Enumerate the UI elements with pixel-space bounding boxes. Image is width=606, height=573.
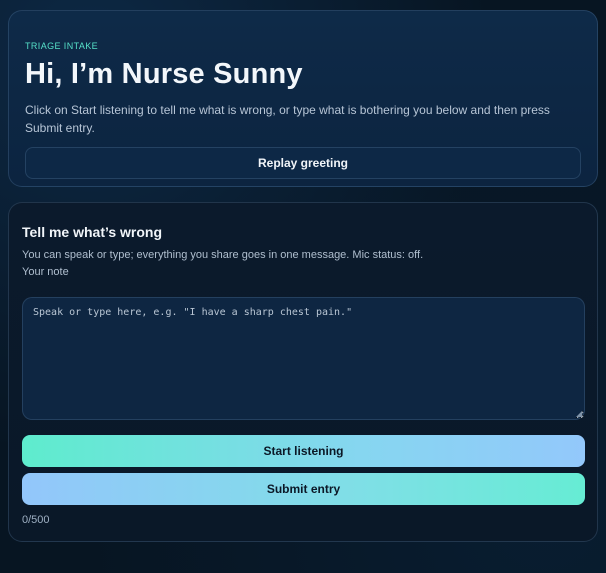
replay-greeting-button[interactable]: Replay greeting — [25, 147, 581, 179]
start-listening-button[interactable]: Start listening — [22, 435, 585, 467]
section-title: Tell me what’s wrong — [22, 224, 163, 240]
note-field-label: Your note — [22, 266, 69, 278]
character-counter: 0/500 — [22, 514, 50, 526]
intro-text: Click on Start listening to tell me what… — [25, 103, 550, 135]
help-text: You can speak or type; everything you sh… — [22, 249, 424, 261]
page-title: Hi, I’m Nurse Sunny — [25, 58, 303, 90]
greeting-card: TRIAGE INTAKE Hi, I’m Nurse Sunny Click … — [8, 10, 598, 187]
submit-entry-button[interactable]: Submit entry — [22, 473, 585, 505]
note-card: Tell me what’s wrong You can speak or ty… — [8, 202, 598, 542]
note-textarea[interactable] — [22, 297, 585, 420]
eyebrow-label: TRIAGE INTAKE — [25, 41, 99, 51]
